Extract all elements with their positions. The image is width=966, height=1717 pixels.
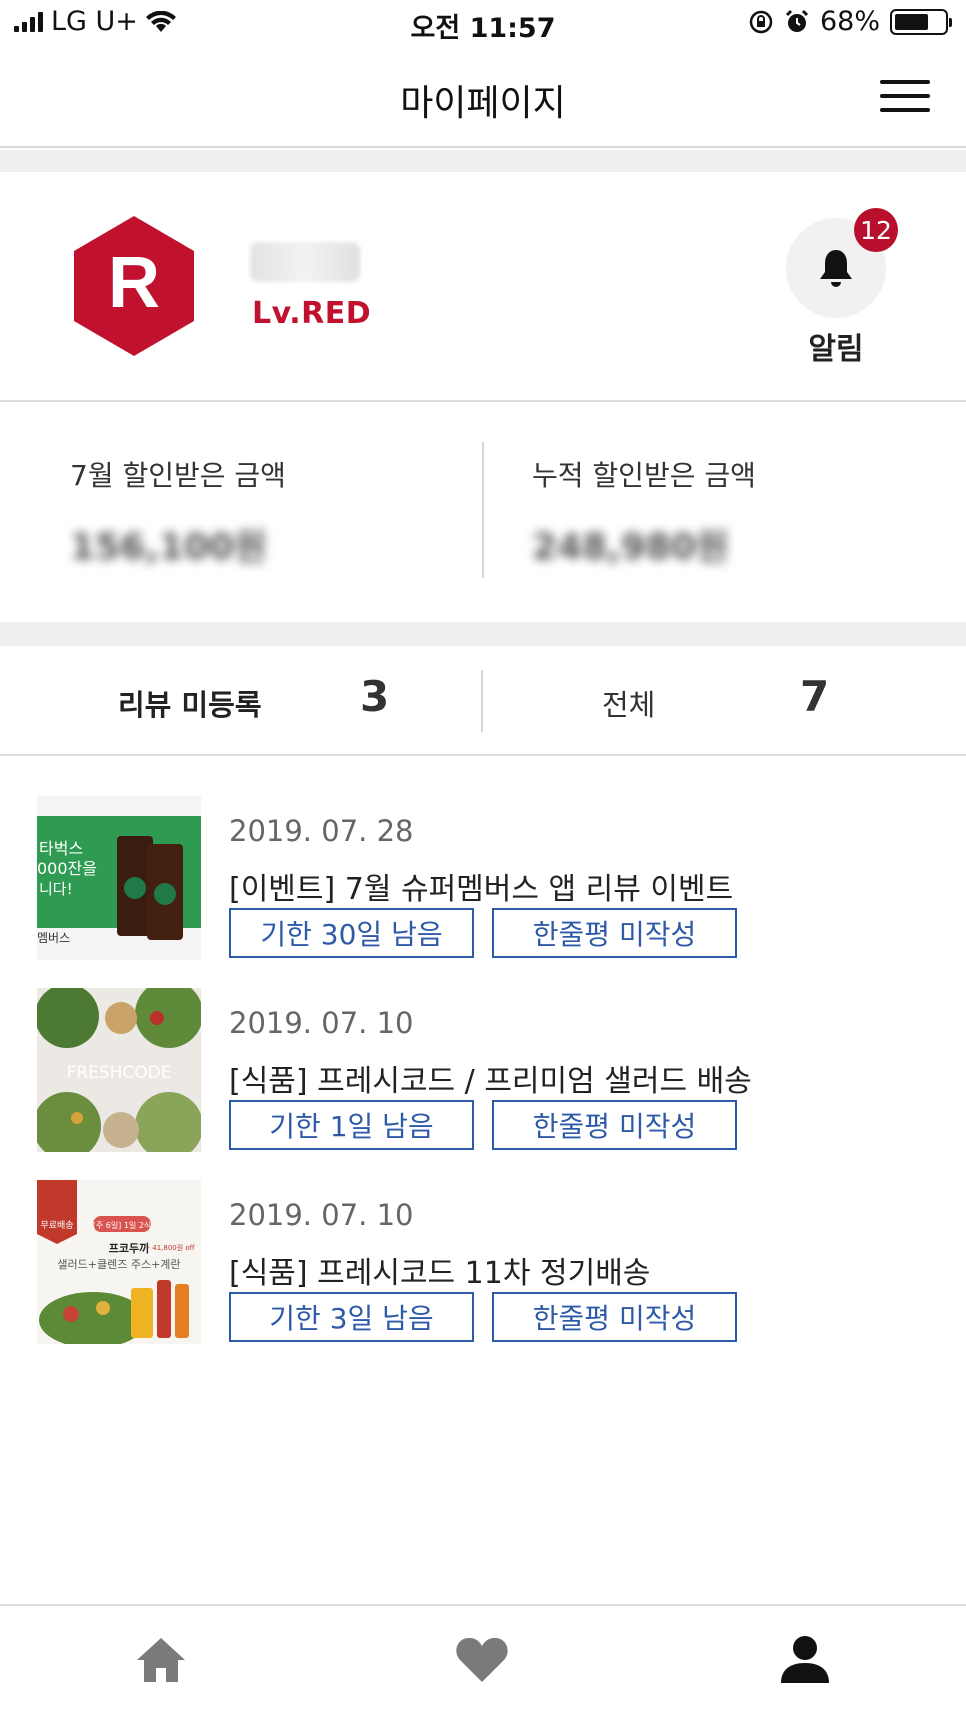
battery-icon xyxy=(890,8,952,35)
username-blurred xyxy=(250,242,360,282)
item-date: 2019. 07. 28 xyxy=(229,814,414,848)
thumb-caption: FRESHCODE xyxy=(67,1063,172,1083)
savings-section: 7월 할인받은 금액 156,100원 누적 할인받은 금액 248,980원 xyxy=(0,404,966,622)
notification-count-badge: 12 xyxy=(854,208,898,252)
item-date: 2019. 07. 10 xyxy=(229,1198,414,1232)
section-divider xyxy=(0,622,966,646)
total-savings-label: 누적 할인받은 금액 xyxy=(532,459,756,492)
item-title[interactable]: [식품] 프레시코드 / 프리미엄 샐러드 배송 xyxy=(229,1056,752,1100)
item-thumbnail: FRESHCODE xyxy=(37,988,201,1152)
hamburger-menu-icon[interactable] xyxy=(880,80,930,112)
list-item[interactable]: FRESHCODE 2019. 07. 10 [식품] 프레시코드 / 프리미엄… xyxy=(0,988,966,1154)
person-icon[interactable] xyxy=(775,1630,835,1690)
grade-letter: R xyxy=(108,243,160,323)
item-thumbnail: 무료배송 [주 6일] 1일 2식 프코두끼 - 41,800원 off 샐러드… xyxy=(37,1180,201,1344)
profile-section: R Lv.RED 12 알림 xyxy=(0,172,966,402)
monthly-savings-label: 7월 할인받은 금액 xyxy=(70,459,286,492)
deadline-tag: 기한 1일 남음 xyxy=(229,1100,474,1150)
list-item[interactable]: 타벅스 000잔을 니다! 멤버스 2019. 07. 28 [이벤트] 7월 … xyxy=(0,796,966,962)
review-tabs: 리뷰 미등록 3 전체 7 xyxy=(0,646,966,756)
bottom-nav xyxy=(0,1604,966,1717)
item-thumbnail: 타벅스 000잔을 니다! 멤버스 xyxy=(37,796,201,960)
section-divider xyxy=(0,150,966,172)
member-level: Lv.RED xyxy=(252,296,372,331)
item-title[interactable]: [식품] 프레시코드 11차 정기배송 xyxy=(229,1248,650,1292)
battery-percent: 68% xyxy=(819,6,880,37)
thumb-caption: 무료배송 xyxy=(40,1220,73,1231)
divider xyxy=(481,670,483,732)
page-title: 마이페이지 xyxy=(400,83,566,124)
review-status-button[interactable]: 한줄평 미작성 xyxy=(492,908,737,958)
tab-all-label: 전체 xyxy=(602,688,656,722)
thumb-caption: - 41,800원 off xyxy=(147,1243,194,1252)
item-title[interactable]: [이벤트] 7월 슈퍼멤버스 앱 리뷰 이벤트 xyxy=(229,864,733,908)
deadline-tag: 기한 3일 남음 xyxy=(229,1292,474,1342)
item-date: 2019. 07. 10 xyxy=(229,1006,414,1040)
tab-all-count: 7 xyxy=(800,672,830,721)
monthly-savings-value: 156,100원 xyxy=(70,527,268,568)
heart-icon[interactable] xyxy=(452,1630,512,1690)
review-status-button[interactable]: 한줄평 미작성 xyxy=(492,1100,737,1150)
tab-review-pending-label: 리뷰 미등록 xyxy=(118,688,262,722)
thumb-caption: 멤버스 xyxy=(37,931,70,945)
home-icon[interactable] xyxy=(131,1630,191,1690)
notification-label[interactable]: 알림 xyxy=(736,324,936,368)
monthly-savings: 7월 할인받은 금액 156,100원 xyxy=(70,454,286,570)
grade-badge-icon: R xyxy=(74,216,194,356)
tab-review-pending-count: 3 xyxy=(360,672,390,721)
deadline-tag: 기한 30일 남음 xyxy=(229,908,474,958)
thumb-caption: [주 6일] 1일 2식 xyxy=(93,1221,152,1230)
thumb-caption: 000잔을 xyxy=(37,859,97,878)
thumb-caption: 프코두끼 xyxy=(109,1241,149,1255)
thumb-caption: 샐러드+클렌즈 주스+계란 xyxy=(57,1258,180,1271)
alarm-icon xyxy=(785,9,809,32)
total-savings-value: 248,980원 xyxy=(532,527,730,568)
page-header: 마이페이지 xyxy=(0,50,966,148)
thumb-caption: 타벅스 xyxy=(39,839,83,858)
rotation-lock-icon xyxy=(749,10,773,33)
list-item[interactable]: 무료배송 [주 6일] 1일 2식 프코두끼 - 41,800원 off 샐러드… xyxy=(0,1180,966,1346)
status-bar: LG U+ 오전 11:57 68% xyxy=(0,0,966,50)
review-status-button[interactable]: 한줄평 미작성 xyxy=(492,1292,737,1342)
total-savings: 누적 할인받은 금액 248,980원 xyxy=(532,454,756,570)
divider xyxy=(482,442,484,578)
thumb-caption: 니다! xyxy=(39,880,73,898)
bell-icon xyxy=(820,250,852,287)
